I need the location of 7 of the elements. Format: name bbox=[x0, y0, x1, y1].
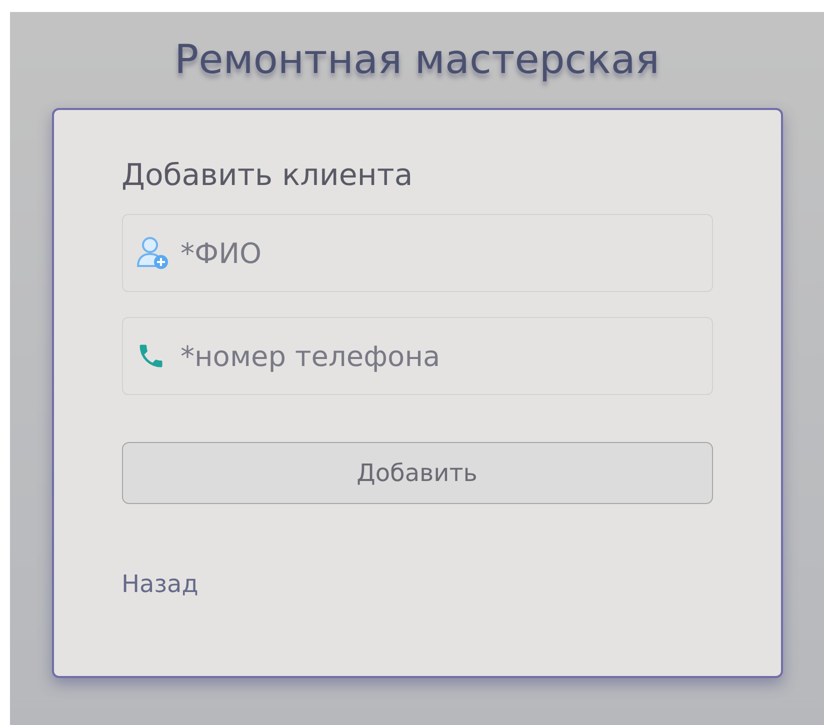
app-title: Ремонтная мастерская bbox=[174, 36, 660, 85]
form-heading: Добавить клиента bbox=[122, 157, 414, 195]
person-add-icon bbox=[136, 236, 170, 270]
input-field[interactable]: *ФИО bbox=[122, 214, 712, 292]
add-button[interactable]: Добавить bbox=[122, 442, 712, 504]
back-link[interactable]: Назад bbox=[122, 570, 198, 598]
input-field[interactable]: *номер телефона bbox=[122, 317, 712, 395]
